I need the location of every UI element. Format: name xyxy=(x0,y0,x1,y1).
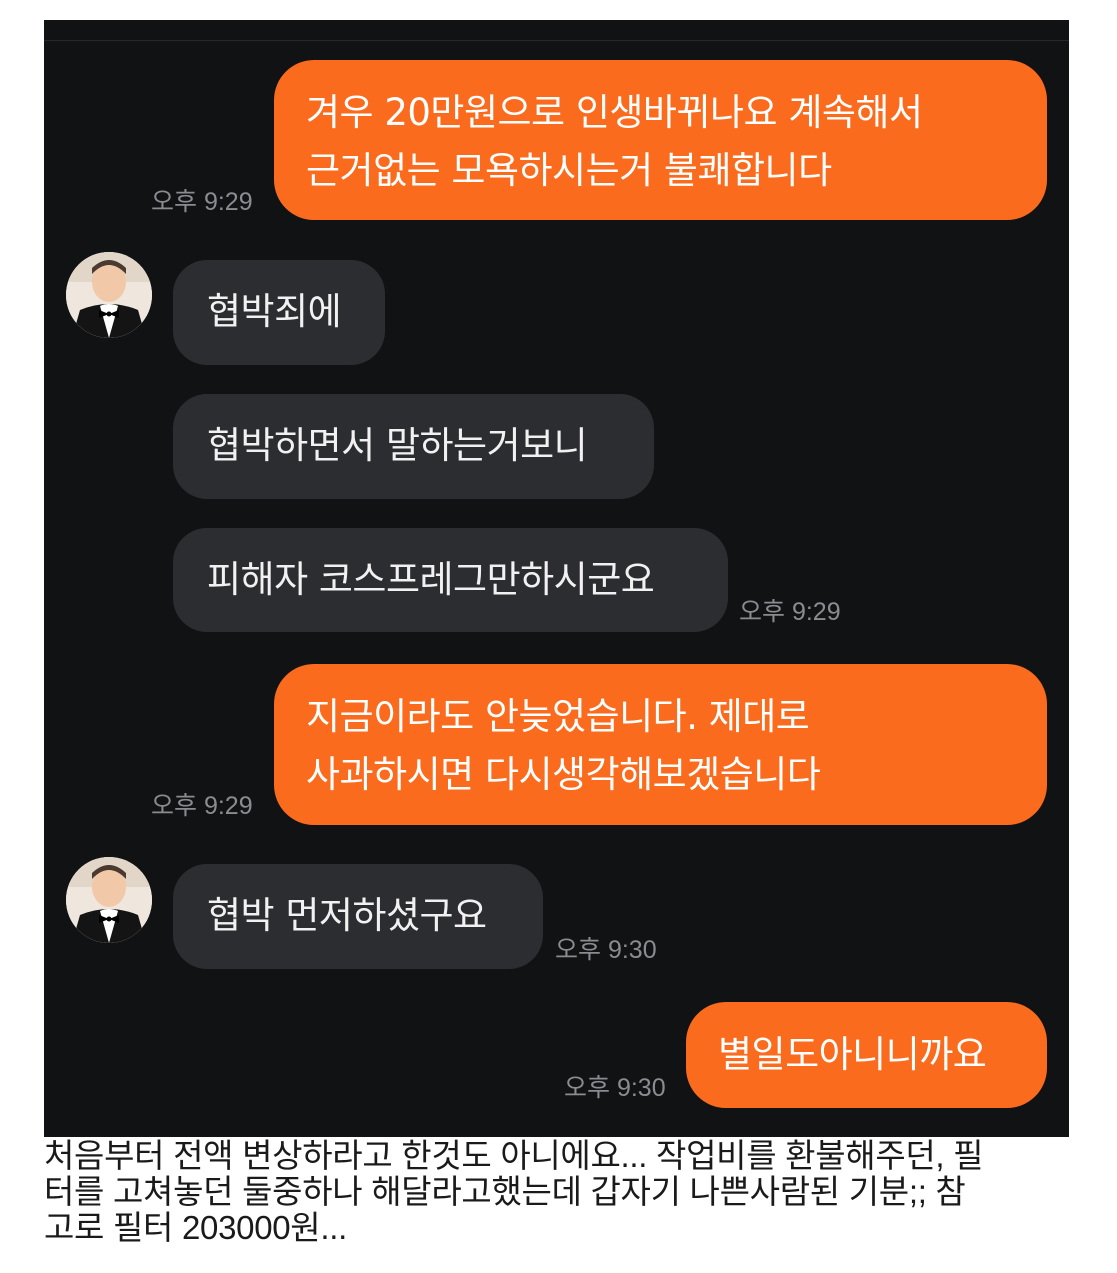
chat-screenshot: 오후 9:29 겨우 20만원으로 인생바뀌나요 계속해서 근거없는 모욕하시는… xyxy=(44,20,1069,1137)
message-timestamp: 오후 9:29 xyxy=(739,598,841,626)
caption-line: 처음부터 전액 변상하라고 한것도 아니에요... 작업비를 환불해주던, 필 xyxy=(44,1137,984,1174)
message-line: 피해자 코스프레그만하시군요 xyxy=(207,558,655,601)
caption-line: 터를 고쳐놓던 둘중하나 해달라고했는데 갑자기 나쁜사람된 기분;; 참 xyxy=(44,1173,966,1210)
incoming-message-bubble[interactable]: 피해자 코스프레그만하시군요 xyxy=(173,528,728,632)
profile-avatar[interactable] xyxy=(66,252,152,338)
message-timestamp: 오후 9:30 xyxy=(555,936,657,964)
incoming-message-bubble[interactable]: 협박하면서 말하는거보니 xyxy=(173,394,654,499)
message-line: 근거없는 모욕하시는거 불쾌합니다 xyxy=(306,149,832,192)
divider xyxy=(44,40,1069,41)
profile-avatar[interactable] xyxy=(66,857,152,943)
message-line: 협박 먼저하셨구요 xyxy=(207,894,487,937)
message-timestamp: 오후 9:29 xyxy=(151,792,253,820)
caption-line: 고로 필터 203000원... xyxy=(44,1209,347,1246)
profile-photo-icon xyxy=(66,857,152,943)
profile-photo-icon xyxy=(66,252,152,338)
message-line: 별일도아니니까요 xyxy=(718,1033,987,1076)
message-line: 사과하시면 다시생각해보겠습니다 xyxy=(306,753,821,796)
message-timestamp: 오후 9:29 xyxy=(151,188,253,216)
incoming-message-bubble[interactable]: 협박 먼저하셨구요 xyxy=(173,864,543,969)
message-line: 겨우 20만원으로 인생바뀌나요 계속해서 xyxy=(306,91,923,134)
incoming-message-bubble[interactable]: 협박죄에 xyxy=(173,260,385,365)
outgoing-message-bubble[interactable]: 별일도아니니까요 xyxy=(686,1002,1047,1108)
message-line: 지금이라도 안늦었습니다. 제대로 xyxy=(306,695,810,738)
outgoing-message-bubble[interactable]: 겨우 20만원으로 인생바뀌나요 계속해서 근거없는 모욕하시는거 불쾌합니다 xyxy=(274,60,1047,220)
caption-text: 처음부터 전액 변상하라고 한것도 아니에요... 작업비를 환불해주던, 필 … xyxy=(44,1138,1074,1246)
outgoing-message-bubble[interactable]: 지금이라도 안늦었습니다. 제대로 사과하시면 다시생각해보겠습니다 xyxy=(274,664,1047,825)
message-line: 협박하면서 말하는거보니 xyxy=(207,424,588,467)
message-timestamp: 오후 9:30 xyxy=(564,1074,666,1102)
message-line: 협박죄에 xyxy=(207,290,342,333)
